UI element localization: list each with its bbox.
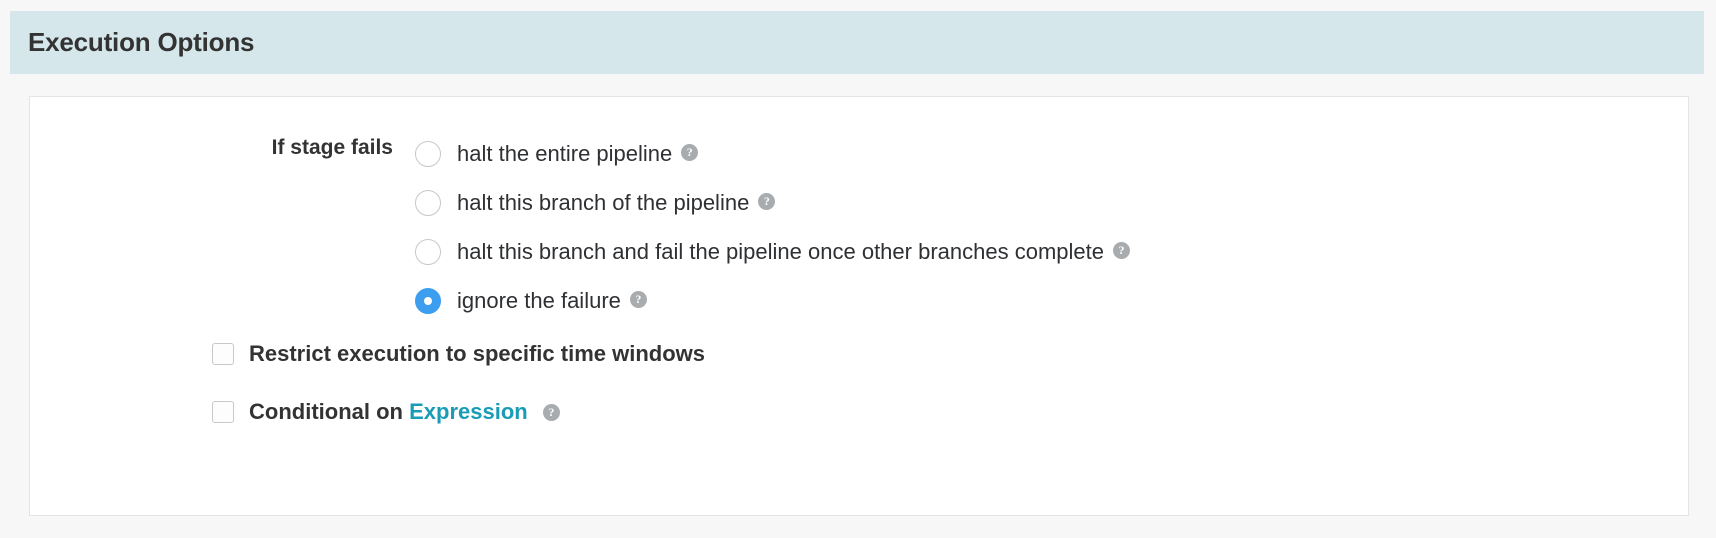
radio-icon[interactable]	[415, 238, 441, 265]
radio-option-ignore-the-failure[interactable]: ignore the failure ?	[415, 276, 1130, 325]
help-icon-glyph: ?	[763, 194, 770, 208]
radio-icon[interactable]	[415, 189, 441, 216]
radio-option-label: halt this branch of the pipeline	[457, 189, 750, 215]
section-header: Execution Options	[10, 11, 1704, 74]
radio-option-halt-branch-fail-pipeline[interactable]: halt this branch and fail the pipeline o…	[415, 227, 1130, 276]
radio-option-label: halt the entire pipeline	[457, 140, 673, 166]
page-title: Execution Options	[28, 27, 255, 57]
help-icon[interactable]: ?	[629, 291, 647, 308]
checkbox-label-restrict-execution: Restrict execution to specific time wind…	[249, 341, 705, 366]
conditional-label-prefix: Conditional on	[249, 399, 403, 424]
if-stage-fails-row: If stage fails halt the entire pipeline …	[30, 127, 1688, 325]
help-icon-glyph: ?	[1118, 243, 1125, 257]
help-icon[interactable]: ?	[1112, 242, 1130, 259]
checkbox-row-conditional-on-expression[interactable]: Conditional on Expression ?	[30, 383, 1688, 441]
checkbox-icon[interactable]	[212, 343, 234, 365]
radio-option-halt-this-branch[interactable]: halt this branch of the pipeline ?	[415, 178, 1130, 227]
if-stage-fails-radio-group: halt the entire pipeline ? halt this bra…	[415, 127, 1130, 325]
checkbox-label-conditional: Conditional on Expression ?	[249, 399, 560, 425]
checkbox-row-restrict-execution[interactable]: Restrict execution to specific time wind…	[30, 325, 1688, 383]
help-icon-glyph: ?	[635, 292, 642, 306]
radio-option-label: ignore the failure	[457, 287, 621, 313]
expression-link[interactable]: Expression	[409, 399, 528, 424]
help-icon[interactable]: ?	[681, 144, 699, 161]
help-icon[interactable]: ?	[758, 193, 776, 210]
checkbox-icon[interactable]	[212, 401, 234, 423]
execution-options-page: Execution Options If stage fails halt th…	[0, 0, 1716, 538]
help-icon-glyph: ?	[686, 145, 693, 159]
radio-icon-selected[interactable]	[415, 287, 441, 314]
help-icon[interactable]: ?	[542, 403, 560, 421]
radio-option-label: halt this branch and fail the pipeline o…	[457, 238, 1104, 264]
execution-options-card: If stage fails halt the entire pipeline …	[29, 96, 1689, 516]
radio-icon[interactable]	[415, 140, 441, 167]
help-icon-glyph: ?	[548, 404, 555, 419]
radio-option-halt-entire-pipeline[interactable]: halt the entire pipeline ?	[415, 129, 1130, 178]
form-rows: If stage fails halt the entire pipeline …	[30, 97, 1688, 441]
if-stage-fails-label: If stage fails	[271, 136, 393, 159]
